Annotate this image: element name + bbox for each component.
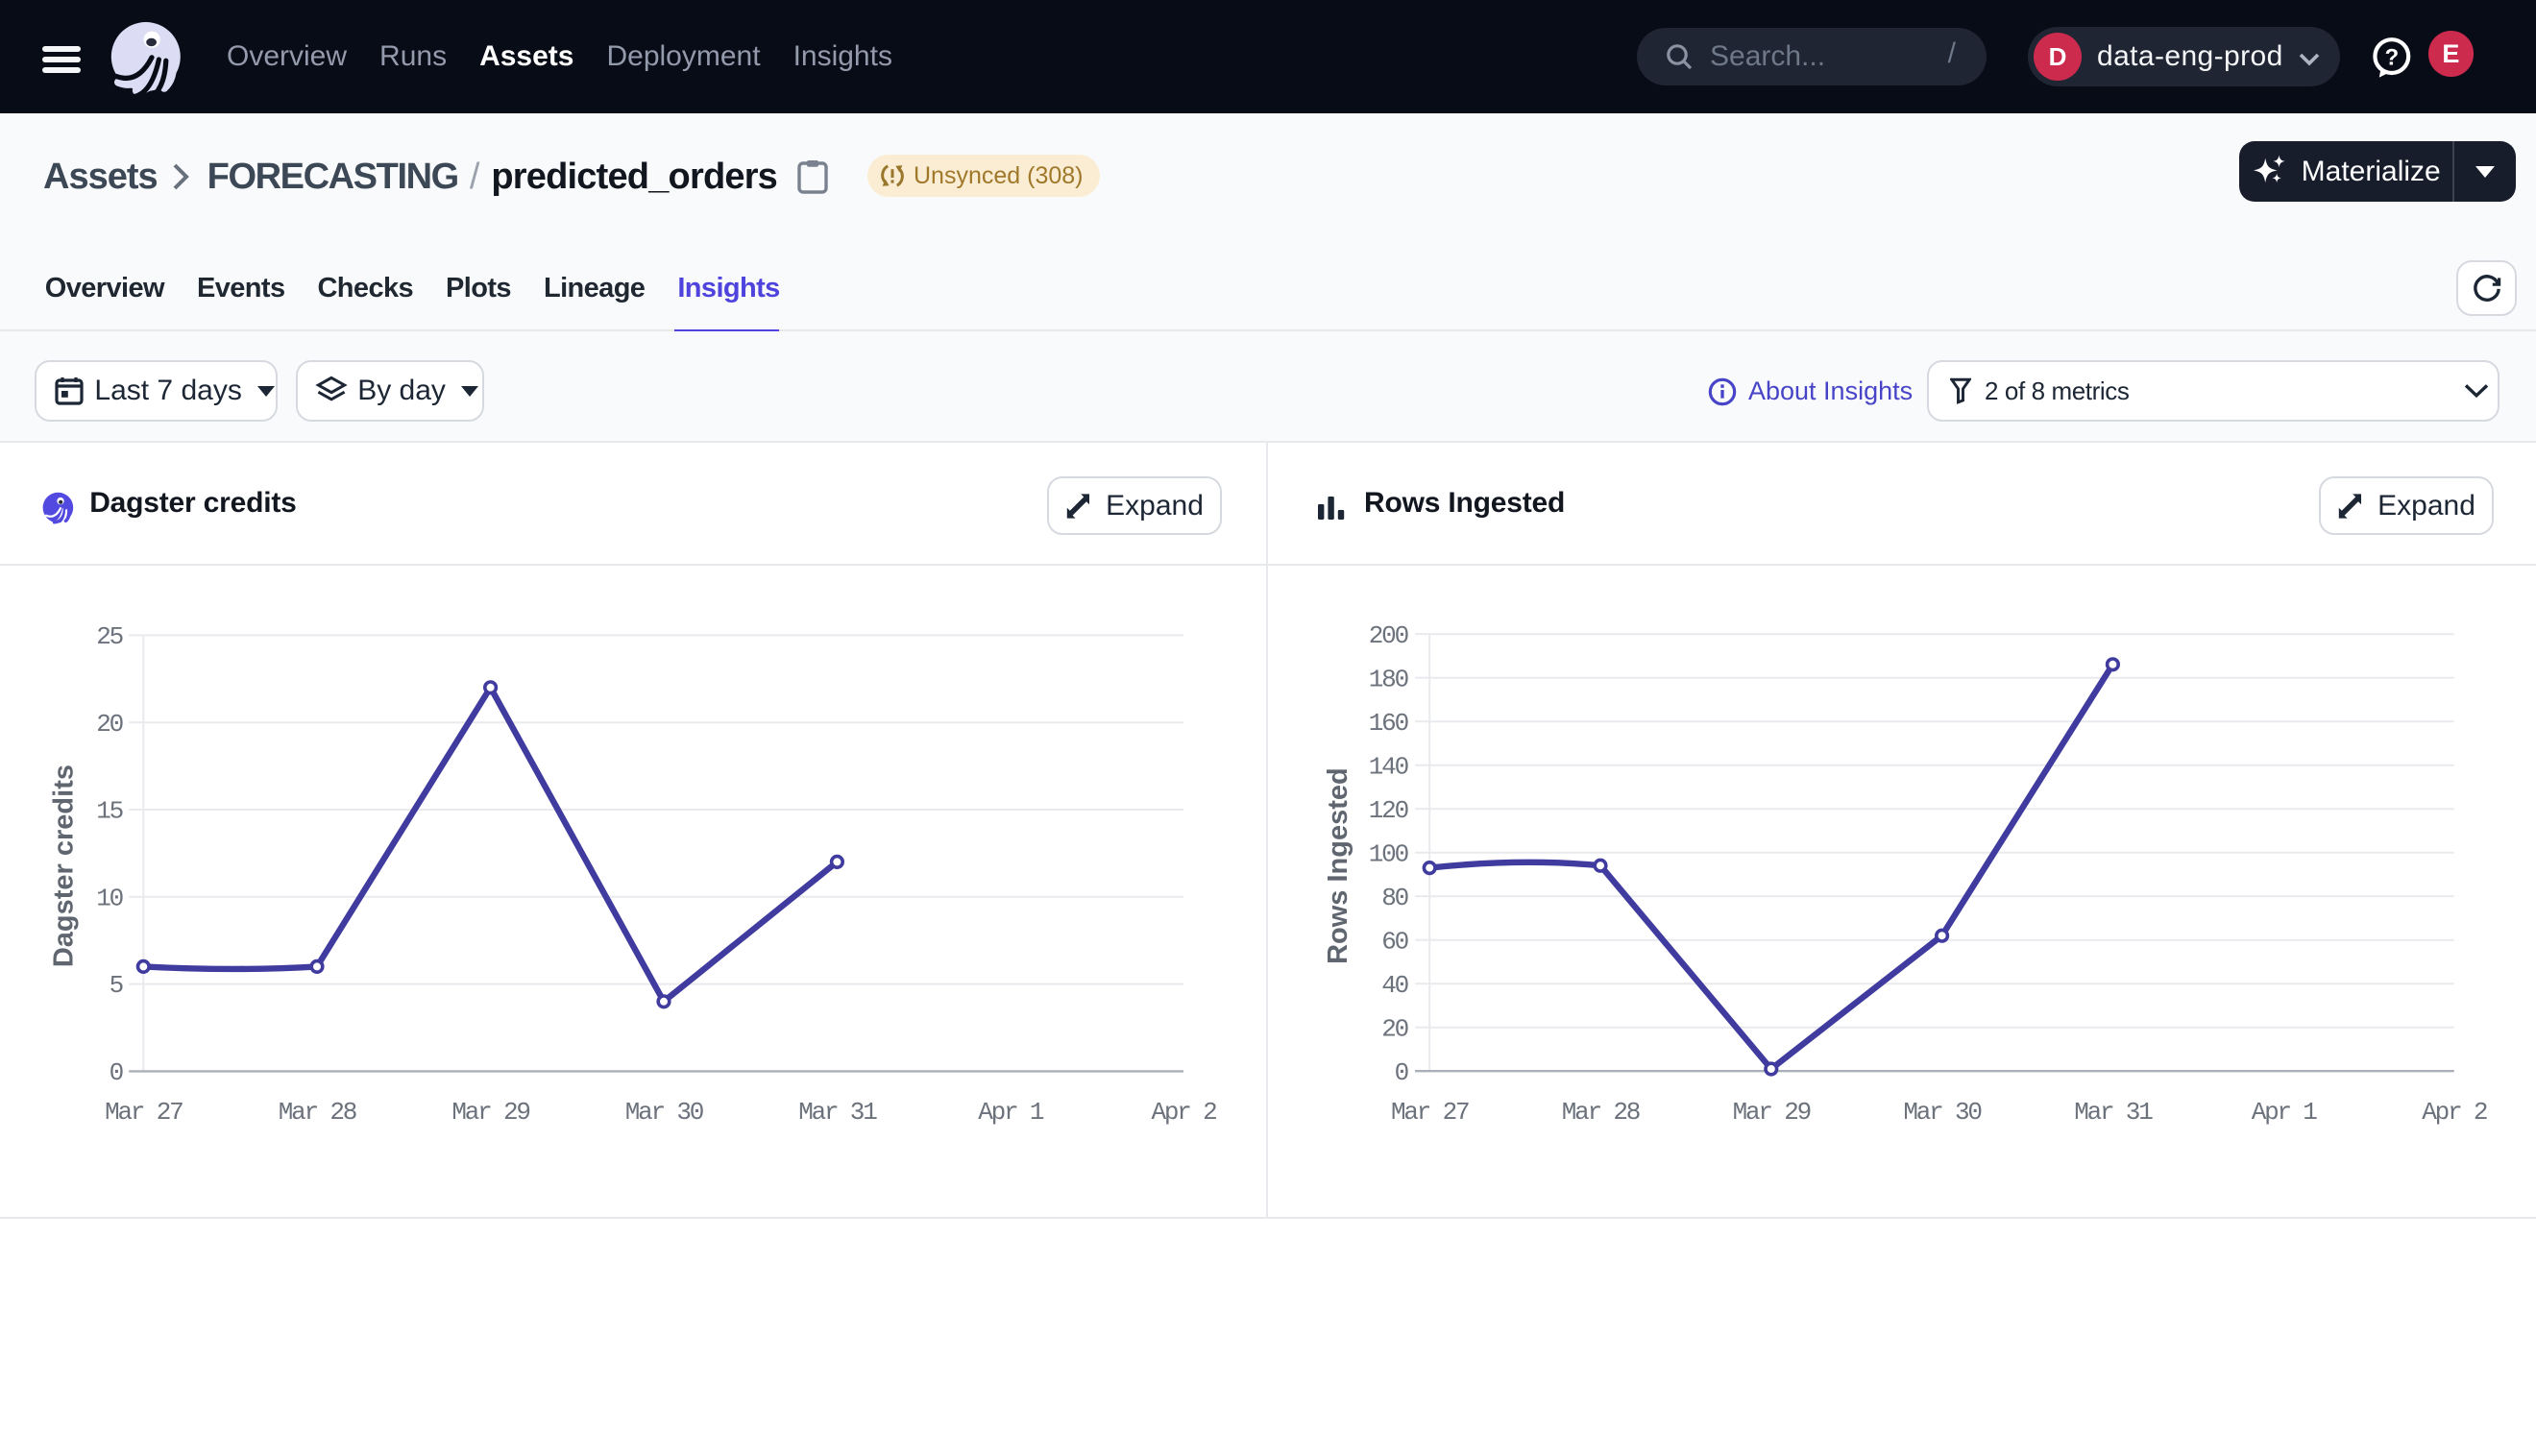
- svg-text:Apr 2: Apr 2: [2422, 1098, 2487, 1127]
- svg-text:?: ?: [2384, 44, 2399, 70]
- svg-text:Mar 29: Mar 29: [1733, 1098, 1811, 1127]
- svg-text:100: 100: [1369, 839, 1408, 868]
- svg-text:0: 0: [1395, 1058, 1408, 1087]
- svg-text:15: 15: [96, 797, 122, 826]
- svg-text:Mar 28: Mar 28: [279, 1098, 356, 1127]
- svg-text:20: 20: [1381, 1014, 1407, 1043]
- svg-text:Mar 27: Mar 27: [105, 1098, 183, 1127]
- svg-text:Mar 30: Mar 30: [1903, 1098, 1981, 1127]
- svg-text:Apr 1: Apr 1: [2252, 1098, 2318, 1127]
- svg-text:160: 160: [1369, 709, 1408, 738]
- svg-text:40: 40: [1381, 971, 1407, 1000]
- svg-text:Mar 29: Mar 29: [451, 1098, 529, 1127]
- svg-text:Apr 1: Apr 1: [978, 1098, 1044, 1127]
- svg-text:140: 140: [1369, 752, 1408, 781]
- svg-text:Apr 2: Apr 2: [1151, 1098, 1216, 1127]
- svg-text:5: 5: [110, 971, 123, 1000]
- svg-text:Mar 31: Mar 31: [2074, 1098, 2153, 1127]
- svg-text:Mar 27: Mar 27: [1391, 1098, 1469, 1127]
- svg-text:200: 200: [1369, 621, 1408, 650]
- svg-text:Mar 31: Mar 31: [798, 1098, 877, 1127]
- svg-text:120: 120: [1369, 796, 1408, 825]
- svg-text:Mar 28: Mar 28: [1562, 1098, 1640, 1127]
- svg-text:180: 180: [1369, 665, 1408, 693]
- svg-text:Mar 30: Mar 30: [625, 1098, 703, 1127]
- svg-text:25: 25: [96, 622, 122, 651]
- svg-text:80: 80: [1381, 884, 1407, 912]
- svg-text:10: 10: [96, 884, 122, 912]
- svg-text:Dagster credits: Dagster credits: [49, 764, 80, 967]
- svg-text:20: 20: [96, 710, 122, 739]
- svg-text:0: 0: [110, 1058, 123, 1087]
- svg-text:Rows Ingested: Rows Ingested: [1323, 767, 1353, 964]
- svg-text:60: 60: [1381, 927, 1407, 956]
